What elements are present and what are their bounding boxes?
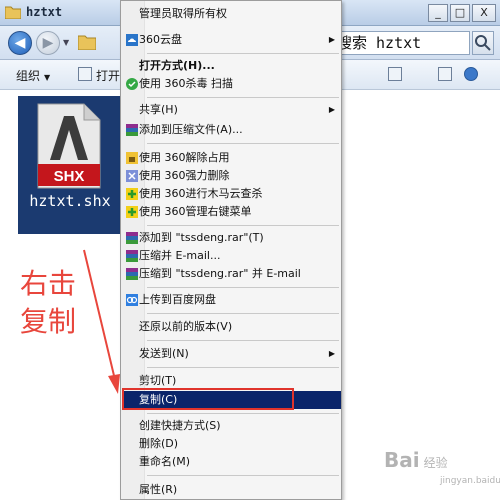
open-icon <box>78 67 92 81</box>
organize-label: 组织 <box>16 69 41 83</box>
menu-separator <box>147 340 339 341</box>
menu-item-add-to-archive[interactable]: 添加到压缩文件(A)... <box>123 121 341 139</box>
archive-icon <box>126 268 138 280</box>
recent-pages-dropdown-icon[interactable]: ▼ <box>63 38 69 47</box>
menu-item-take-ownership[interactable]: 管理员取得所有权 <box>123 5 341 23</box>
search-input[interactable]: 搜索 hztxt <box>330 31 470 55</box>
view-icon[interactable] <box>388 67 402 81</box>
annotation-text: 右击 复制 <box>20 265 76 341</box>
preview-pane-icon[interactable] <box>438 67 452 81</box>
minimize-button[interactable]: _ <box>428 4 448 22</box>
menu-item-properties[interactable]: 属性(R) <box>123 481 341 499</box>
shx-file-icon: SHX <box>37 103 101 189</box>
menu-separator <box>147 97 339 98</box>
context-menu: 管理员取得所有权 360云盘 ▶ 打开方式(H)... 使用 360杀毒 扫描 共… <box>120 0 342 500</box>
annotation-line-1: 右击 <box>20 267 77 300</box>
menu-separator <box>147 287 339 288</box>
menu-item-create-shortcut[interactable]: 创建快捷方式(S) <box>123 417 341 435</box>
menu-item-360-force-delete[interactable]: 使用 360强力删除 <box>123 167 341 185</box>
menu-separator <box>147 367 339 368</box>
menu-item-360-trojan-scan[interactable]: 使用 360进行木马云查杀 <box>123 185 341 203</box>
baidu-cloud-icon <box>126 294 138 306</box>
menu-separator <box>147 475 339 476</box>
file-item-hztxt-shx[interactable]: SHX hztxt.shx <box>18 96 122 234</box>
menu-separator <box>147 313 339 314</box>
shield-icon <box>126 78 138 90</box>
menu-item-delete[interactable]: 删除(D) <box>123 435 341 453</box>
menu-item-restore-versions[interactable]: 还原以前的版本(V) <box>123 318 341 336</box>
baidu-watermark-url: jingyan.baidu.com <box>440 476 500 486</box>
search-button[interactable] <box>472 31 494 55</box>
menu-item-rename[interactable]: 重命名(M) <box>123 453 341 471</box>
menu-item-compress-email[interactable]: 压缩并 E-mail... <box>123 247 341 265</box>
plus-icon <box>126 206 138 218</box>
delete-icon <box>126 170 138 182</box>
menu-separator <box>147 53 339 54</box>
submenu-arrow-icon: ▶ <box>328 105 335 114</box>
unlock-icon <box>126 152 138 164</box>
forward-button[interactable]: ▶ <box>36 31 60 55</box>
help-icon[interactable] <box>464 67 478 81</box>
archive-icon <box>126 232 138 244</box>
menu-separator <box>147 143 339 144</box>
copy-highlight-box <box>122 388 294 410</box>
window-controls: _ □ X <box>428 4 496 22</box>
menu-separator <box>147 225 339 226</box>
menu-item-360-unlock[interactable]: 使用 360解除占用 <box>123 149 341 167</box>
menu-separator <box>147 413 339 414</box>
folder-icon <box>78 35 96 50</box>
organize-menu-button[interactable]: 组织 ▼ <box>16 67 50 84</box>
menu-item-360-scan[interactable]: 使用 360杀毒 扫描 <box>123 75 341 93</box>
window-title: hztxt <box>26 5 63 19</box>
menu-item-share[interactable]: 共享(H) ▶ <box>123 101 341 119</box>
menu-item-360-cloud[interactable]: 360云盘 ▶ <box>123 31 341 49</box>
menu-item-open-with[interactable]: 打开方式(H)... <box>123 57 341 75</box>
open-button[interactable]: 打开 <box>96 67 120 84</box>
file-name-label: hztxt.shx <box>29 192 111 210</box>
back-button[interactable]: ◀ <box>8 31 32 55</box>
maximize-button[interactable]: □ <box>450 4 470 22</box>
cloud-icon <box>126 34 138 46</box>
file-badge: SHX <box>54 168 85 185</box>
menu-item-compress-to-rar-email[interactable]: 压缩到 "tssdeng.rar" 并 E-mail <box>123 265 341 283</box>
submenu-arrow-icon: ▶ <box>328 349 335 358</box>
plus-icon <box>126 188 138 200</box>
menu-item-add-to-rar[interactable]: 添加到 "tssdeng.rar"(T) <box>123 229 341 247</box>
archive-icon <box>126 250 138 262</box>
menu-item-360-manage-menu[interactable]: 使用 360管理右键菜单 <box>123 203 341 221</box>
close-button[interactable]: X <box>472 4 496 22</box>
folder-icon <box>5 6 21 19</box>
search-icon <box>475 35 491 51</box>
menu-item-upload-baidu[interactable]: 上传到百度网盘 <box>123 291 341 309</box>
baidu-watermark: Bai 经验 <box>384 448 448 472</box>
annotation-line-2: 复制 <box>20 305 77 338</box>
chevron-down-icon: ▼ <box>44 73 51 82</box>
archive-icon <box>126 124 138 136</box>
menu-item-send-to[interactable]: 发送到(N) ▶ <box>123 345 341 363</box>
submenu-arrow-icon: ▶ <box>328 35 335 44</box>
